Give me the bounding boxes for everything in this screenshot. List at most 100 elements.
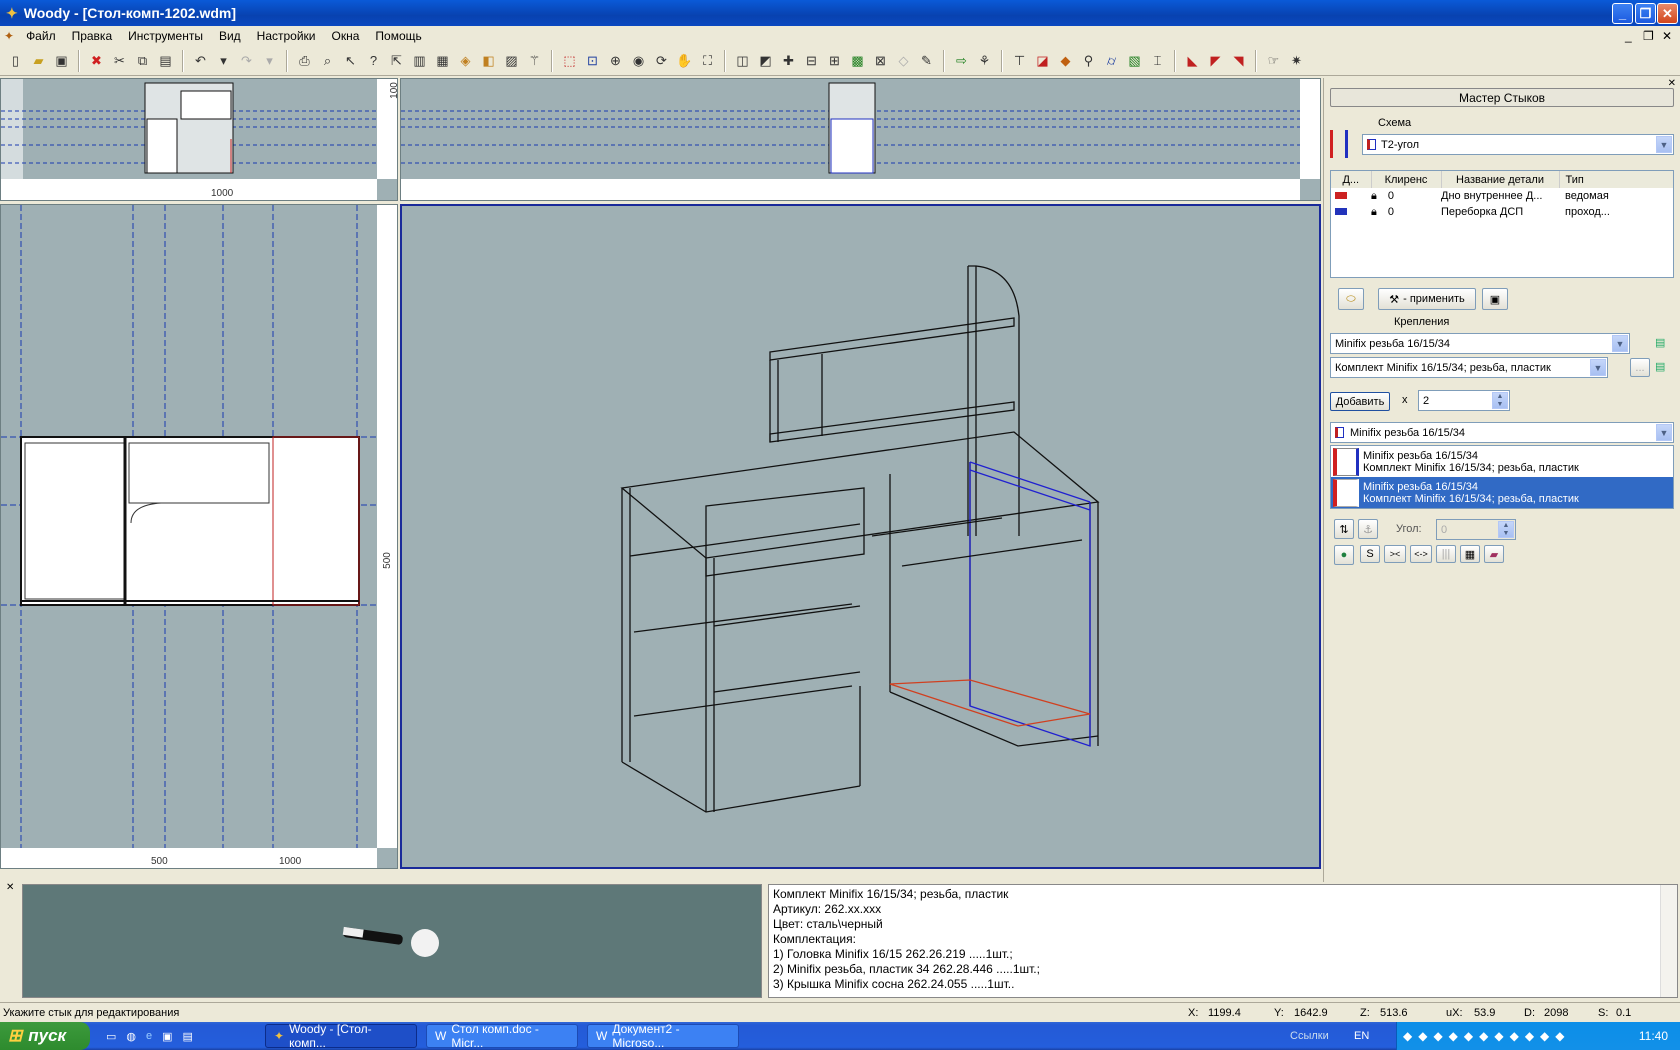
redo-icon[interactable]: ↷	[236, 50, 257, 71]
pan-hand-icon[interactable]: ✋	[674, 50, 695, 71]
book-button[interactable]: ▰	[1484, 545, 1504, 563]
zoom-icon[interactable]: ⊕	[605, 50, 626, 71]
drawer-icon[interactable]: ⊞	[824, 50, 845, 71]
tree-list-icon[interactable]: ▤	[1655, 336, 1665, 349]
task-word-doc1[interactable]: W Стол комп.doc - Micr...	[426, 1022, 578, 1050]
context-help-icon[interactable]: ⇱	[386, 50, 407, 71]
info-scrollbar[interactable]	[1660, 885, 1677, 997]
redo-list-icon[interactable]: ▾	[259, 50, 280, 71]
save-joint-button[interactable]: ▣	[1482, 288, 1508, 310]
view3d-icon[interactable]: ◪	[1032, 50, 1053, 71]
chevron-down-icon[interactable]: ▼	[1590, 359, 1606, 376]
render-icon[interactable]: ◆	[1055, 50, 1076, 71]
help-arrow-icon[interactable]: ↖	[340, 50, 361, 71]
tree-list-icon[interactable]: ▤	[1655, 360, 1665, 373]
flip-button[interactable]: ⇅	[1334, 519, 1354, 539]
fastener-type-select[interactable]: Minifix резьба 16/15/34 ▼	[1330, 333, 1630, 354]
fastener-list-select[interactable]: Minifix резьба 16/15/34 ▼	[1330, 422, 1674, 443]
pencil-icon[interactable]: ✎	[916, 50, 937, 71]
eraser-button[interactable]: ⬭	[1338, 288, 1364, 310]
top-right-view[interactable]	[400, 78, 1321, 201]
print-icon[interactable]: ⎙	[294, 50, 315, 71]
undo-list-icon[interactable]: ▾	[213, 50, 234, 71]
anchor-button[interactable]: ⚓︎	[1358, 519, 1378, 539]
measure-icon[interactable]: ⌶	[1147, 50, 1168, 71]
red-tool-icon[interactable]: ◣	[1182, 50, 1203, 71]
inward-button[interactable]: ><	[1384, 545, 1406, 563]
schema-select[interactable]: Т2-угол ▼	[1362, 134, 1674, 155]
close-button[interactable]: ✕	[1657, 3, 1678, 24]
task-woody[interactable]: ✦ Woody - [Стол-комп...	[265, 1022, 417, 1050]
list-item[interactable]: Minifix резьба 16/15/34 Комплект Minifix …	[1331, 446, 1673, 477]
cube-icon[interactable]: ◇	[893, 50, 914, 71]
globe-button[interactable]: ●	[1334, 545, 1354, 565]
start-button[interactable]: ⊞ пуск	[0, 1022, 90, 1050]
menu-file[interactable]: Файл	[18, 29, 64, 43]
table-row[interactable]: 🔒︎ 0 Переборка ДСП проход...	[1331, 204, 1673, 220]
chevron-down-icon[interactable]: ▼	[1612, 335, 1628, 352]
task-word-doc2[interactable]: W Документ2 - Microso...	[587, 1022, 739, 1050]
add-button[interactable]: Добавить	[1330, 392, 1390, 411]
properties-button[interactable]: ▦	[1460, 545, 1480, 563]
col-part-name[interactable]: Название детали	[1441, 171, 1560, 188]
language-indicator[interactable]: EN	[1354, 1030, 1369, 1042]
hand-tool-icon[interactable]: ☞	[1263, 50, 1284, 71]
menu-help[interactable]: Помощь	[367, 29, 429, 43]
undo-icon[interactable]: ↶	[190, 50, 211, 71]
menu-view[interactable]: Вид	[211, 29, 249, 43]
top-left-view[interactable]: 1000 100	[0, 78, 398, 201]
quicklaunch-desktop-icon[interactable]: ▭	[106, 1030, 116, 1043]
columns-button[interactable]: |||	[1436, 545, 1456, 563]
links-toolbar[interactable]: Ссылки	[1290, 1030, 1329, 1042]
apply-button[interactable]: ⚒ - применить	[1378, 288, 1476, 310]
paste-icon[interactable]: ▤	[155, 50, 176, 71]
quicklaunch-app2-icon[interactable]: ▤	[183, 1030, 193, 1043]
s-button[interactable]: S	[1360, 545, 1380, 563]
list-item-selected[interactable]: Minifix резьба 16/15/34 Комплект Minifix …	[1331, 477, 1673, 508]
box-icon[interactable]: ◩	[755, 50, 776, 71]
export-icon[interactable]: ⇨	[951, 50, 972, 71]
red-tool-2-icon[interactable]: ◤	[1205, 50, 1226, 71]
pin-icon[interactable]: ⚲	[1078, 50, 1099, 71]
help-icon[interactable]: ?	[363, 50, 384, 71]
spin-arrows-icon[interactable]: ▲ ▼	[1492, 392, 1508, 409]
mdi-restore-icon[interactable]: ❐	[1643, 29, 1654, 43]
fit-icon[interactable]: ⛶	[697, 50, 718, 71]
mdi-minimize-icon[interactable]: _	[1625, 29, 1632, 43]
quicklaunch-browser-icon[interactable]: ◍	[126, 1030, 136, 1043]
cut-icon[interactable]: ✂	[109, 50, 130, 71]
layers-icon[interactable]: ◈	[455, 50, 476, 71]
col-type[interactable]: Тип	[1559, 171, 1673, 188]
menu-edit[interactable]: Правка	[64, 29, 121, 43]
angle-stepper[interactable]: 0 ▲ ▼	[1436, 519, 1516, 540]
browse-button[interactable]: ...	[1630, 358, 1650, 377]
mdi-close-icon[interactable]: ✕	[1662, 29, 1672, 43]
new-file-icon[interactable]: ▯	[5, 50, 26, 71]
bottom-close-icon[interactable]: ✕	[6, 882, 14, 893]
outward-button[interactable]: <->	[1410, 545, 1432, 563]
chevron-down-icon[interactable]: ▼	[1656, 136, 1672, 153]
minimize-button[interactable]: _	[1612, 3, 1633, 24]
plan-view[interactable]: 500 1000 500	[0, 204, 398, 869]
doc-icon[interactable]: ✦	[0, 29, 18, 43]
wand-icon[interactable]: ⚚	[524, 50, 545, 71]
delete-icon[interactable]: ✖	[86, 50, 107, 71]
fastener-kit-select[interactable]: Комплект Minifix 16/15/34; резьба, пласт…	[1330, 357, 1608, 378]
zoom-select-icon[interactable]: ⊡	[582, 50, 603, 71]
quantity-stepper[interactable]: 2 ▲ ▼	[1418, 390, 1510, 411]
copy-icon[interactable]: ⧉	[132, 50, 153, 71]
stack-icon[interactable]: ◧	[478, 50, 499, 71]
tray-icons[interactable]: ◆◆◆◆◆◆◆◆◆◆◆	[1403, 1029, 1571, 1043]
menu-settings[interactable]: Настройки	[249, 29, 324, 43]
joint-icon[interactable]: ⊤	[1009, 50, 1030, 71]
panel-add-icon[interactable]: ✚	[778, 50, 799, 71]
image-icon[interactable]: ▨	[501, 50, 522, 71]
star-icon[interactable]: ✷	[1286, 50, 1307, 71]
red-tool-3-icon[interactable]: ◥	[1228, 50, 1249, 71]
print-preview-icon[interactable]: ⌕	[317, 50, 338, 71]
col-d[interactable]: Д...	[1331, 171, 1372, 188]
color-icon[interactable]: ▩	[847, 50, 868, 71]
panel-title-button[interactable]: Мастер Стыков	[1330, 88, 1674, 107]
quicklaunch-ie-icon[interactable]: e	[146, 1030, 152, 1042]
shelf-icon[interactable]: ⊠	[870, 50, 891, 71]
